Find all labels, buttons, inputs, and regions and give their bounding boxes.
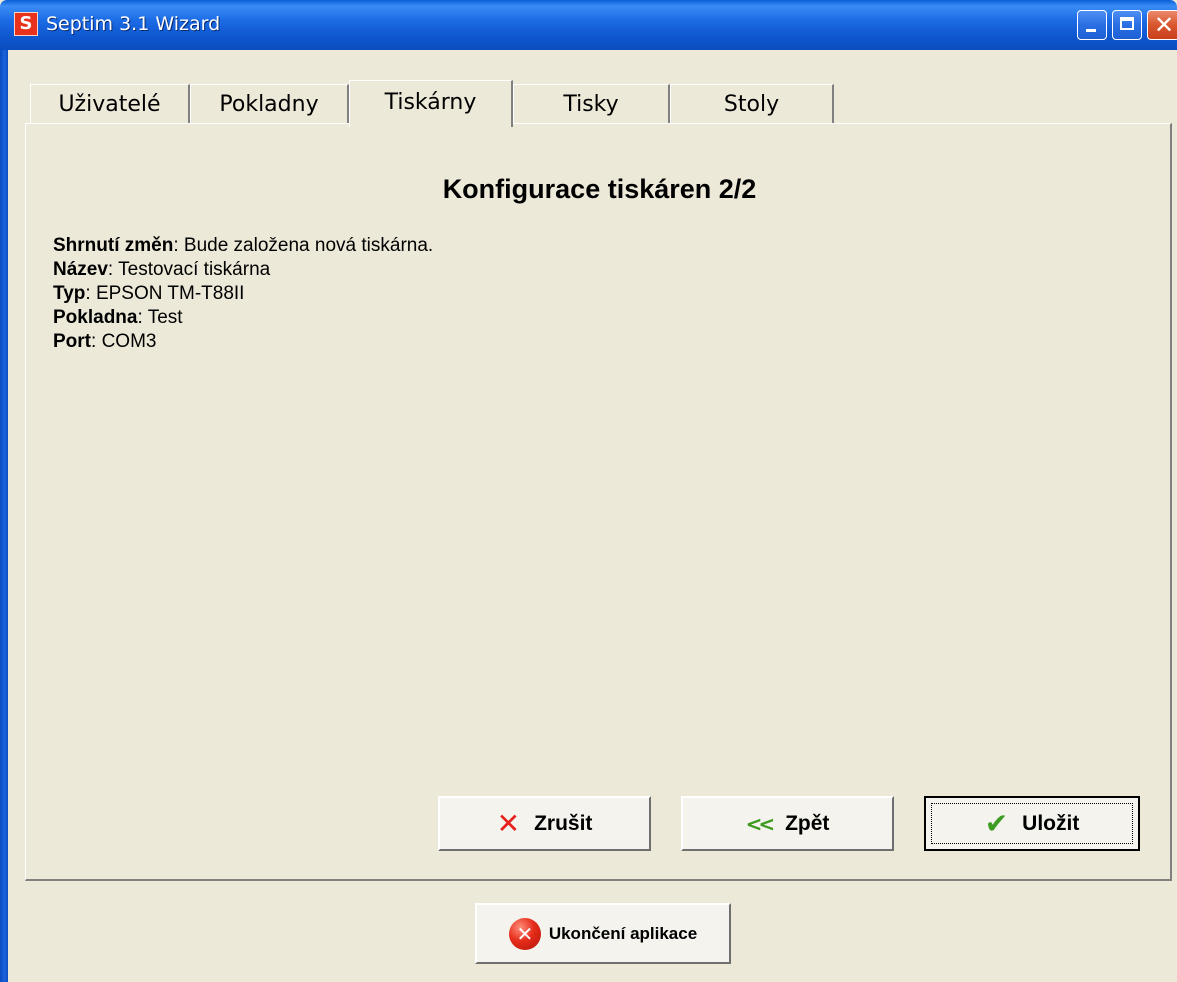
summary-label: Shrnutí změn bbox=[53, 235, 174, 256]
summary-label: Port bbox=[53, 331, 91, 352]
tab-uzivatele[interactable]: Uživatelé bbox=[30, 84, 190, 124]
double-chevron-left-icon: << bbox=[745, 811, 775, 836]
exit-application-button[interactable]: ✕ Ukončení aplikace bbox=[475, 903, 731, 964]
summary-label: Název bbox=[53, 259, 108, 280]
exit-circle-x-icon: ✕ bbox=[508, 917, 541, 950]
summary-row-changes: Shrnutí změn: Bude založena nová tiskárn… bbox=[53, 235, 434, 256]
title-bar[interactable]: S Septim 3.1 Wizard ✕ bbox=[0, 0, 1177, 50]
summary-value: Testovací tiskárna bbox=[118, 259, 271, 280]
cancel-label: Zrušit bbox=[534, 811, 593, 835]
tab-pokladny[interactable]: Pokladny bbox=[190, 84, 349, 124]
checkmark-icon: ✔ bbox=[984, 807, 1009, 840]
tab-panel: Konfigurace tiskáren 2/2 Shrnutí změn: B… bbox=[25, 123, 1172, 881]
tab-tisky[interactable]: Tisky bbox=[513, 84, 670, 124]
summary-row-type: Typ: EPSON TM-T88II bbox=[53, 283, 245, 304]
summary-value: COM3 bbox=[101, 331, 157, 352]
close-window-button[interactable]: ✕ bbox=[1147, 10, 1177, 40]
close-icon: ✕ bbox=[1154, 11, 1175, 39]
wizard-window: S Septim 3.1 Wizard ✕ Uživatelé Pokladny… bbox=[0, 0, 1177, 982]
app-logo-icon: S bbox=[14, 12, 38, 36]
save-label: Uložit bbox=[1022, 811, 1080, 835]
summary-row-port: Port: COM3 bbox=[53, 331, 157, 352]
summary-list: Shrnutí změn: Bude založena nová tiskárn… bbox=[53, 234, 433, 354]
x-icon: ✕ bbox=[496, 807, 521, 840]
window-title: Septim 3.1 Wizard bbox=[46, 13, 221, 35]
summary-label: Pokladna bbox=[53, 307, 138, 328]
summary-row-register: Pokladna: Test bbox=[53, 307, 183, 328]
exit-label: Ukončení aplikace bbox=[548, 923, 698, 943]
summary-value: Test bbox=[147, 307, 183, 328]
back-label: Zpět bbox=[785, 811, 830, 835]
summary-value: Bude založena nová tiskárna. bbox=[183, 235, 434, 256]
summary-row-name: Název: Testovací tiskárna bbox=[53, 259, 271, 280]
save-button[interactable]: ✔ Uložit bbox=[924, 796, 1140, 851]
minimize-button[interactable] bbox=[1077, 10, 1107, 40]
page-title: Konfigurace tiskáren 2/2 bbox=[442, 174, 757, 204]
summary-value: EPSON TM-T88II bbox=[95, 283, 245, 304]
window-left-border bbox=[0, 50, 8, 982]
summary-label: Typ bbox=[53, 283, 86, 304]
back-button[interactable]: << Zpět bbox=[681, 796, 894, 851]
tab-tiskarny[interactable]: Tiskárny bbox=[349, 80, 513, 127]
cancel-button[interactable]: ✕ Zrušit bbox=[438, 796, 651, 851]
maximize-button[interactable] bbox=[1112, 10, 1142, 40]
tab-stoly[interactable]: Stoly bbox=[670, 84, 834, 124]
